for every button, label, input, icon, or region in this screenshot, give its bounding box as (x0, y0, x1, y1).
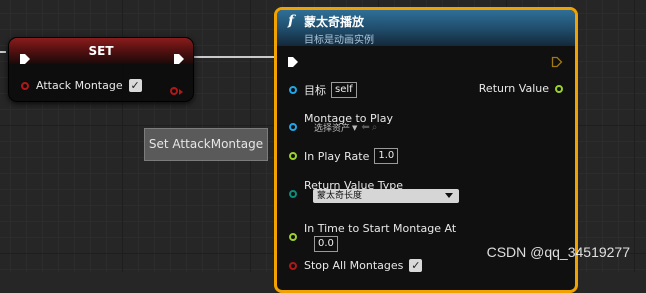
set-attack-montage-tooltip: Set AttackMontage (144, 128, 268, 161)
enum-input-pin-icon[interactable] (289, 190, 297, 198)
function-node-header: f 蒙太奇播放 目标是动画实例 (277, 10, 575, 46)
float-input-pin-icon[interactable] (289, 152, 297, 160)
pin-arrow-icon (179, 89, 183, 95)
set-node-title: SET (9, 38, 193, 64)
asset-picker-value[interactable]: 选择资产 (314, 121, 350, 134)
return-type-selected: 蒙太奇长度 (317, 191, 363, 201)
target-row: 目标 self (289, 82, 357, 98)
target-value-box[interactable]: self (331, 82, 357, 98)
stop-all-row: Stop All Montages ✓ (289, 259, 423, 272)
play-rate-row: In Play Rate 1.0 (289, 148, 399, 164)
exec-input-pin-icon[interactable] (287, 56, 299, 68)
function-icon: f (288, 13, 295, 29)
bool-input-pin-icon[interactable] (21, 81, 29, 90)
return-value-row: Return Value (479, 82, 563, 95)
browse-search-icon[interactable]: ⌕ (372, 122, 378, 133)
use-selected-arrow-icon[interactable]: ⬅ (361, 122, 369, 133)
attack-montage-checkbox[interactable]: ✓ (128, 79, 142, 92)
time-to-start-input[interactable]: 0.0 (314, 236, 338, 252)
function-subtitle: 目标是动画实例 (304, 35, 374, 46)
function-title: 蒙太奇播放 (304, 15, 365, 29)
attack-montage-label: Attack Montage (36, 79, 123, 92)
float-input-pin-icon[interactable] (289, 233, 297, 241)
asset-picker[interactable]: 选择资产 ▼ ⬅ ⌕ (314, 121, 377, 134)
attack-montage-row: Attack Montage ✓ (21, 79, 142, 92)
stop-all-checkbox[interactable]: ✓ (409, 259, 423, 272)
return-value-label: Return Value (478, 82, 549, 95)
play-rate-input[interactable]: 1.0 (374, 148, 399, 164)
object-input-pin-icon[interactable] (289, 86, 297, 94)
bool-input-pin-icon[interactable] (289, 261, 297, 270)
float-output-pin-icon[interactable] (555, 84, 563, 93)
bool-output-pin[interactable] (170, 80, 183, 99)
exec-input-pin-icon[interactable] (19, 53, 31, 65)
stop-all-label: Stop All Montages (304, 259, 404, 272)
exec-output-pin-icon[interactable] (173, 53, 185, 65)
object-input-pin-icon[interactable] (289, 123, 297, 131)
set-variable-node[interactable]: SET Attack Montage ✓ (8, 37, 194, 102)
watermark-text: CSDN @qq_34519277 (486, 244, 630, 260)
time-to-start-input-wrap: 0.0 (309, 231, 338, 252)
bool-output-pin-icon[interactable] (170, 87, 178, 95)
chevron-down-icon (445, 193, 453, 198)
play-rate-label: In Play Rate (304, 149, 370, 163)
chevron-down-icon[interactable]: ▼ (352, 124, 357, 132)
exec-output-pin-icon[interactable] (551, 56, 563, 68)
return-type-dropdown[interactable]: 蒙太奇长度 (313, 189, 459, 203)
target-label: 目标 (304, 84, 326, 97)
